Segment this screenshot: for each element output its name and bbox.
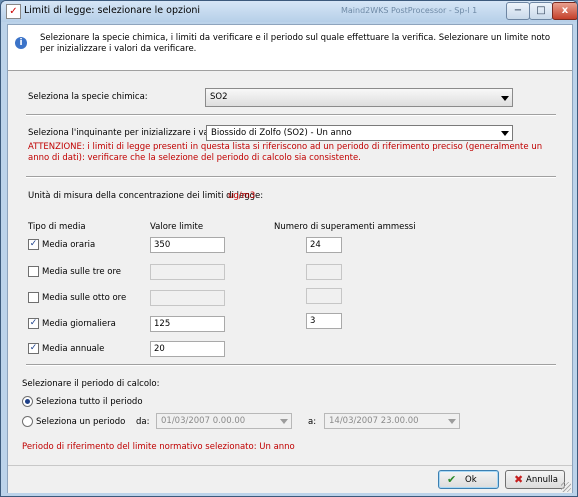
chevron-down-icon <box>448 419 456 424</box>
period-range-label: Seleziona un periodo <box>36 417 126 427</box>
divider <box>26 176 556 178</box>
media-annuale-checkbox[interactable]: ✓ <box>28 343 39 354</box>
chevron-down-icon <box>501 96 509 101</box>
button-bar: ✔ Ok ✖ Annulla <box>8 465 572 493</box>
media-oraria-checkbox[interactable]: ✓ <box>28 239 39 250</box>
to-label: a: <box>308 417 317 427</box>
media-oraria-exceedances-input[interactable]: 24 <box>306 237 342 253</box>
species-selected-value: SO2 <box>210 92 228 102</box>
chevron-down-icon <box>280 419 288 424</box>
media-tre-ore-checkbox[interactable] <box>28 266 39 277</box>
minimize-button[interactable]: − <box>506 2 530 20</box>
title-bar[interactable]: ✓ Limiti di legge: selezionare le opzion… <box>1 1 577 22</box>
period-all-radio[interactable] <box>22 396 33 407</box>
pollutant-combobox[interactable]: Biossido di Zolfo (SO2) - Un anno <box>206 125 513 141</box>
period-range-radio[interactable] <box>22 416 33 427</box>
column-header-exceedances: Numero di superamenti ammessi <box>274 222 416 232</box>
header-panel: i Selezionare la specie chimica, i limit… <box>8 25 572 71</box>
chevron-down-icon <box>501 131 509 136</box>
media-giornaliera-label: Media giornaliera <box>42 319 116 329</box>
pollutant-warning: ATTENZIONE: i limiti di legge presenti i… <box>28 142 543 163</box>
divider <box>26 364 556 366</box>
media-otto-ore-limit-input[interactable] <box>150 290 225 306</box>
from-date-picker[interactable]: 01/03/2007 0.00.00 <box>156 413 292 429</box>
species-combobox[interactable]: SO2 <box>205 88 513 107</box>
column-header-limit: Valore limite <box>150 222 204 232</box>
column-header-type: Tipo di media <box>28 222 86 232</box>
header-description: Selezionare la specie chimica, i limiti … <box>40 33 551 54</box>
app-check-icon: ✓ <box>6 4 21 19</box>
media-giornaliera-limit-input[interactable]: 125 <box>150 316 225 332</box>
units-value: ug/m3 <box>228 191 256 201</box>
resize-grip[interactable] <box>561 482 571 492</box>
ok-button-label: Ok <box>465 475 477 485</box>
media-annuale-limit-input[interactable]: 20 <box>150 341 225 357</box>
media-giornaliera-checkbox[interactable]: ✓ <box>28 318 39 329</box>
media-otto-ore-exceedances-input[interactable] <box>306 288 342 304</box>
period-all-label: Seleziona tutto il periodo <box>36 397 143 407</box>
ok-button[interactable]: ✔ Ok <box>438 470 499 489</box>
reference-period-note: Periodo di riferimento del limite normat… <box>22 442 295 452</box>
media-oraria-label: Media oraria <box>42 240 96 250</box>
from-date-value: 01/03/2007 0.00.00 <box>161 416 246 426</box>
media-tre-ore-label: Media sulle tre ore <box>42 267 122 277</box>
period-label: Selezionare il periodo di calcolo: <box>22 379 160 389</box>
media-tre-ore-limit-input[interactable] <box>150 264 225 280</box>
close-button[interactable]: x <box>552 2 577 20</box>
cancel-button[interactable]: ✖ Annulla <box>505 470 565 489</box>
from-label: da: <box>136 417 150 427</box>
media-oraria-limit-input[interactable]: 350 <box>150 237 225 253</box>
dialog-window: ✓ Limiti di legge: selezionare le opzion… <box>0 0 578 497</box>
x-icon: ✖ <box>514 473 524 486</box>
media-giornaliera-exceedances-input[interactable]: 3 <box>306 313 342 329</box>
media-annuale-label: Media annuale <box>42 344 105 354</box>
media-otto-ore-label: Media sulle otto ore <box>42 293 127 303</box>
maximize-button[interactable]: □ <box>529 2 553 20</box>
pollutant-selected-value: Biossido di Zolfo (SO2) - Un anno <box>211 128 352 138</box>
background-window-title: Maind2WKS PostProcessor - Sp-l 1 <box>341 6 478 15</box>
dialog-client-area: i Selezionare la specie chimica, i limit… <box>7 24 573 493</box>
checkmark-icon: ✔ <box>447 473 457 486</box>
media-otto-ore-checkbox[interactable] <box>28 292 39 303</box>
species-label: Seleziona la specie chimica: <box>28 92 148 102</box>
window-title: Limiti di legge: selezionare le opzioni <box>24 5 201 16</box>
pollutant-label: Seleziona l'inquinante per inizializzare… <box>28 128 226 138</box>
info-icon: i <box>15 37 27 49</box>
cancel-button-label: Annulla <box>526 475 558 485</box>
to-date-value: 14/03/2007 23.00.00 <box>329 416 419 426</box>
media-tre-ore-exceedances-input[interactable] <box>306 264 342 280</box>
to-date-picker[interactable]: 14/03/2007 23.00.00 <box>324 413 460 429</box>
divider <box>26 114 556 116</box>
